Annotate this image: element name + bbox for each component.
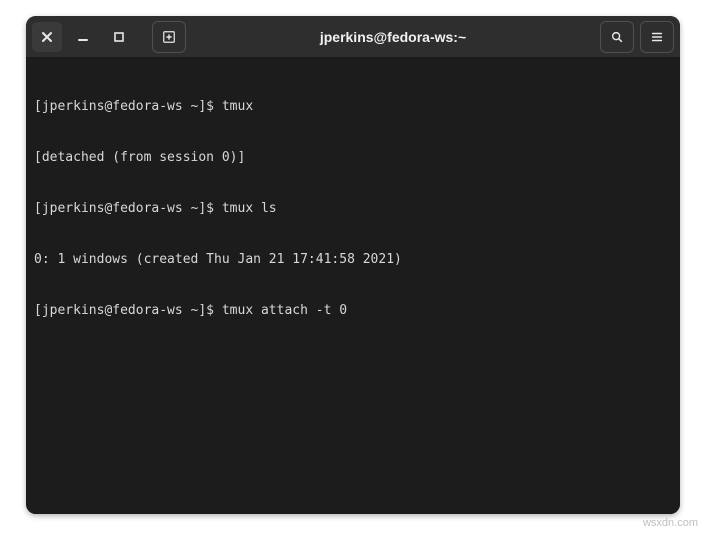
- command: tmux attach -t 0: [222, 303, 347, 318]
- new-tab-button[interactable]: [152, 21, 186, 53]
- terminal-line: [jperkins@fedora-ws ~]$ tmux: [34, 98, 672, 115]
- command: tmux ls: [222, 201, 277, 216]
- maximize-button[interactable]: [104, 22, 134, 52]
- terminal-line: [detached (from session 0)]: [34, 149, 672, 166]
- search-icon: [610, 30, 624, 44]
- terminal-line: [jperkins@fedora-ws ~]$ tmux attach -t 0: [34, 302, 672, 319]
- terminal-line: [jperkins@fedora-ws ~]$ tmux ls: [34, 200, 672, 217]
- titlebar: jperkins@fedora-ws:~: [26, 16, 680, 58]
- terminal-window: jperkins@fedora-ws:~ [jperkins@fedora-ws…: [26, 16, 680, 514]
- prompt: [jperkins@fedora-ws ~]$: [34, 303, 222, 318]
- maximize-icon: [112, 30, 126, 44]
- minimize-icon: [76, 30, 90, 44]
- window-title: jperkins@fedora-ws:~: [192, 29, 594, 45]
- menu-button[interactable]: [640, 21, 674, 53]
- prompt: [jperkins@fedora-ws ~]$: [34, 99, 222, 114]
- terminal-output[interactable]: [jperkins@fedora-ws ~]$ tmux [detached (…: [26, 58, 680, 514]
- watermark: wsxdn.com: [643, 517, 698, 529]
- command: tmux: [222, 99, 253, 114]
- hamburger-icon: [650, 30, 664, 44]
- minimize-button[interactable]: [68, 22, 98, 52]
- close-button[interactable]: [32, 22, 62, 52]
- new-tab-icon: [162, 30, 176, 44]
- prompt: [jperkins@fedora-ws ~]$: [34, 201, 222, 216]
- search-button[interactable]: [600, 21, 634, 53]
- terminal-line: 0: 1 windows (created Thu Jan 21 17:41:5…: [34, 251, 672, 268]
- close-icon: [40, 30, 54, 44]
